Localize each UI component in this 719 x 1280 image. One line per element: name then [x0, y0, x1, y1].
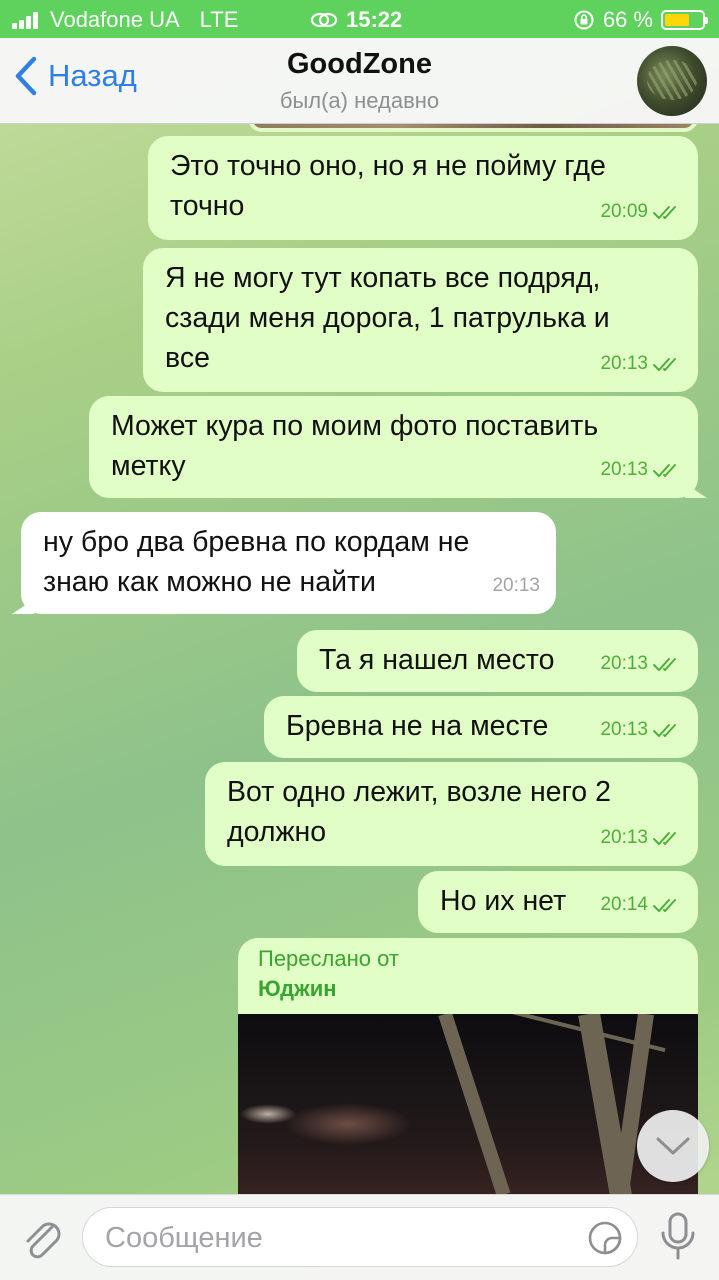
message-input[interactable] — [105, 1218, 565, 1258]
message-text-line: Может кура по моим фото поставить — [111, 410, 599, 442]
carrier-name: Vodafone UA — [50, 7, 180, 32]
message-text-line: Это точно оно, но я не пойму где — [170, 150, 606, 182]
scroll-down-button[interactable] — [637, 1110, 709, 1182]
chevron-down-icon — [656, 1137, 690, 1155]
message-time: 20:13 — [600, 719, 648, 740]
message-time: 20:13 — [600, 653, 648, 674]
status-bar: Vodafone UA LTE 15:22 66 % — [0, 0, 719, 38]
avatar[interactable] — [637, 46, 707, 116]
chat-header: Назад GoodZone был(а) недавно — [0, 38, 719, 124]
message-text-line: знаю как можно не найти — [43, 566, 376, 598]
signal-icon — [12, 11, 38, 29]
message-time: 20:13 — [600, 827, 648, 848]
message-text-line: Я не могу тут копать все подряд, — [165, 262, 601, 294]
message-time: 20:09 — [600, 201, 648, 222]
message-bubble[interactable]: Но их нет 20:14 — [418, 871, 698, 933]
orientation-lock-icon — [574, 10, 594, 30]
message-bubble[interactable]: ну бро два бревна по кордам не знаю как … — [21, 512, 556, 614]
message-input-bar — [0, 1194, 719, 1280]
message-field[interactable] — [82, 1207, 638, 1267]
battery-percent: 66 % — [602, 7, 653, 32]
microphone-icon[interactable] — [656, 1211, 700, 1263]
message-text-line: сзади меня дорога, 1 патрулька и — [165, 302, 610, 334]
message-text-line: метку — [111, 450, 186, 482]
message-time: 20:13 — [492, 575, 540, 596]
chat-title[interactable]: GoodZone — [0, 48, 719, 81]
status-time: 15:22 — [346, 7, 403, 32]
forwarded-photo[interactable] — [238, 1014, 698, 1194]
previous-photo-message[interactable] — [248, 124, 698, 132]
sticker-icon[interactable] — [587, 1220, 623, 1256]
message-bubble[interactable]: Бревна не на месте 20:13 — [264, 696, 698, 758]
forwarded-message[interactable]: Переслано от Юджин — [238, 938, 698, 1194]
message-list[interactable]: Это точно оно, но я не пойму где точно 2… — [0, 124, 719, 1194]
double-check-icon — [653, 658, 676, 671]
forwarded-label: Переслано от — [258, 946, 399, 971]
double-check-icon — [653, 358, 676, 371]
message-bubble[interactable]: Я не могу тут копать все подряд, сзади м… — [143, 248, 698, 392]
message-bubble[interactable]: Вот одно лежит, возле него 2 должно 20:1… — [205, 762, 698, 866]
last-seen-status: был(а) недавно — [279, 88, 440, 113]
message-bubble[interactable]: Та я нашел место 20:13 — [297, 630, 698, 692]
message-time: 20:13 — [600, 353, 648, 374]
message-bubble[interactable]: Может кура по моим фото поставить метку … — [89, 396, 698, 498]
message-time: 20:14 — [600, 894, 648, 915]
link-icon — [310, 12, 338, 28]
double-check-icon — [653, 724, 676, 737]
message-text-line: Вот одно лежит, возле него 2 — [227, 776, 611, 808]
double-check-icon — [653, 899, 676, 912]
message-bubble[interactable]: Это точно оно, но я не пойму где точно 2… — [148, 136, 698, 240]
network-type: LTE — [199, 7, 239, 32]
paperclip-icon[interactable] — [18, 1213, 64, 1263]
message-text-line: ну бро два бревна по кордам не — [43, 526, 470, 558]
double-check-icon — [653, 832, 676, 845]
double-check-icon — [653, 206, 676, 219]
message-time: 20:13 — [600, 459, 648, 480]
battery-icon — [661, 10, 708, 30]
forwarded-sender[interactable]: Юджин — [258, 974, 678, 1004]
double-check-icon — [653, 464, 676, 477]
